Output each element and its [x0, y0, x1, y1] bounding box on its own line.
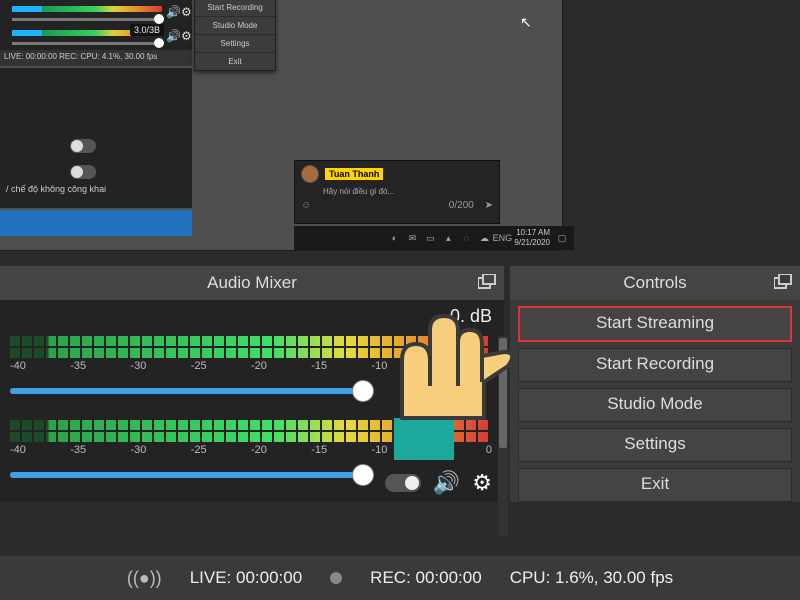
popout-icon[interactable]	[478, 274, 496, 290]
preview-area: 🔊⚙ 🔊⚙ 3.0/3B LIVE: 00:00:00 REC: CPU: 4.…	[0, 0, 563, 251]
emoji-icon[interactable]: ☺	[301, 200, 311, 211]
audio-meter: -40-35-30-25-20-15-10-50	[10, 420, 490, 456]
controls-panel: Controls Start Streaming Start Recording…	[510, 266, 800, 502]
status-bar: ((●)) LIVE: 00:00:00 REC: 00:00:00 CPU: …	[0, 556, 800, 600]
studio-mode-button[interactable]: Studio Mode	[518, 388, 792, 422]
scrollbar[interactable]	[498, 336, 508, 536]
mute-toggle[interactable]	[385, 474, 421, 492]
mini-status-bar: LIVE: 00:00:00 REC: CPU: 4.1%, 30.00 fps	[0, 50, 192, 66]
meter-ticks: -40-35-30-25-20-15-10-50	[10, 360, 492, 372]
toggle-row	[0, 136, 192, 156]
char-count: 0/200	[449, 200, 474, 211]
db-readout: 0. dB	[450, 306, 492, 327]
gear-icon: ⚙	[181, 29, 192, 43]
exit-button[interactable]: Exit	[518, 468, 792, 502]
tray-icon[interactable]: ◌	[460, 232, 472, 244]
panel-title: Controls	[623, 273, 686, 293]
speaker-icon: 🔊	[166, 29, 181, 43]
visibility-label: / chế độ không công khai	[6, 184, 106, 194]
menu-item[interactable]: Settings	[195, 35, 275, 53]
cursor-icon: ↖	[520, 14, 532, 30]
menu-item[interactable]: Exit	[195, 53, 275, 70]
broadcast-icon: ((●))	[127, 568, 162, 589]
tray-icon[interactable]: ▭	[424, 232, 436, 244]
blue-strip	[0, 210, 192, 236]
tray-lang[interactable]: ENG	[496, 232, 508, 244]
volume-slider[interactable]	[10, 388, 370, 394]
send-icon[interactable]: ➤	[485, 200, 493, 211]
chat-username: Tuan Thanh	[325, 168, 383, 180]
taskbar: ◐ ✉ ▭ ▴ ◌ ☁ ENG 10:17 AM9/21/2020 ▢	[294, 226, 574, 250]
cpu-status: CPU: 1.6%, 30.00 fps	[510, 568, 673, 588]
start-streaming-button[interactable]: Start Streaming	[518, 306, 792, 342]
mini-audio-mixer: 🔊⚙ 🔊⚙ 3.0/3B	[0, 0, 192, 50]
avatar	[301, 165, 319, 183]
db-label: 3.0/3B	[130, 24, 164, 36]
menu-item[interactable]: Start Recording	[195, 0, 275, 17]
tray-icon[interactable]: ◐	[388, 232, 400, 244]
notification-icon[interactable]: ▢	[556, 232, 568, 244]
gear-icon: ⚙	[181, 5, 192, 19]
tray-icon[interactable]: ☁	[478, 232, 490, 244]
settings-button[interactable]: Settings	[518, 428, 792, 462]
tray-icon[interactable]: ✉	[406, 232, 418, 244]
gear-icon[interactable]: ⚙	[472, 470, 492, 496]
clock: 10:17 AM9/21/2020	[514, 228, 550, 248]
panel-title: Audio Mixer	[207, 273, 297, 293]
speaker-icon: 🔊	[166, 5, 181, 19]
volume-slider[interactable]	[10, 472, 368, 478]
menu-item[interactable]: Studio Mode	[195, 17, 275, 35]
audio-mixer-panel: Audio Mixer 0. dB -40-35-30-25-20-15-10-…	[0, 266, 504, 502]
chat-placeholder[interactable]: Hãy nói điều gì đó...	[295, 187, 499, 196]
live-status: LIVE: 00:00:00	[190, 568, 302, 588]
speaker-icon[interactable]: 🔊	[433, 470, 460, 496]
popout-icon[interactable]	[774, 274, 792, 290]
rec-status: REC: 00:00:00	[370, 568, 482, 588]
chat-box: Tuan Thanh Hãy nói điều gì đó... ☺ 0/200…	[294, 160, 500, 224]
start-recording-button[interactable]: Start Recording	[518, 348, 792, 382]
record-dot-icon	[330, 572, 342, 584]
meter-ticks: -40-35-30-25-20-15-10-50	[10, 444, 492, 456]
toggle-switch[interactable]	[70, 139, 96, 153]
tray-icon[interactable]: ▴	[442, 232, 454, 244]
toggle-switch[interactable]	[70, 165, 96, 179]
audio-meter: -40-35-30-25-20-15-10-50	[10, 336, 490, 372]
toggle-row	[0, 162, 192, 182]
mini-context-menu: Start Recording Studio Mode Settings Exi…	[194, 0, 276, 71]
